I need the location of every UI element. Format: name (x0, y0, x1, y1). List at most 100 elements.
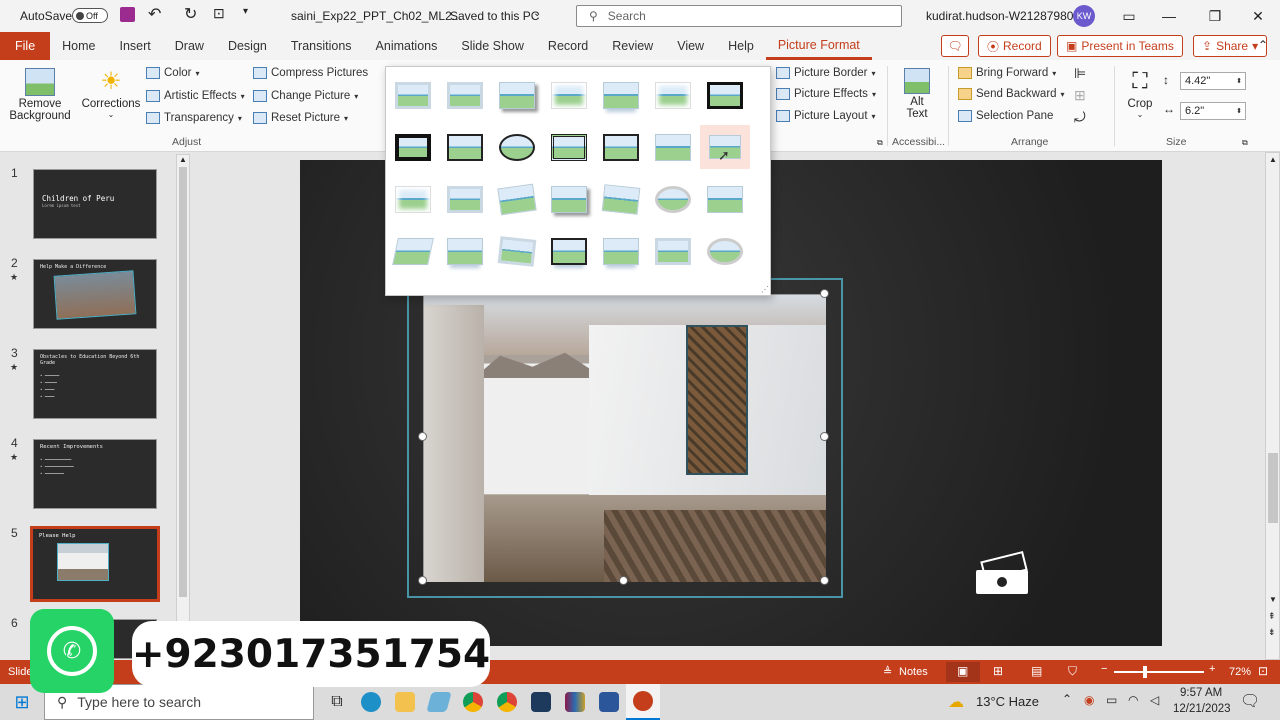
transparency-button[interactable]: Transparency ▾ (146, 112, 242, 124)
wifi-icon[interactable]: ◠ (1128, 693, 1138, 707)
tab-transitions[interactable]: Transitions (279, 32, 364, 60)
weather-icon[interactable]: ☁ (948, 692, 964, 712)
style-reflected-rounded[interactable] (596, 73, 646, 117)
picture-border-button[interactable]: Picture Border ▾ (776, 67, 876, 79)
next-slide-icon[interactable]: ⇟ (1268, 627, 1276, 638)
autosave-toggle[interactable]: Off (72, 8, 108, 23)
resize-handle[interactable] (619, 576, 628, 585)
resize-grip-icon[interactable]: ⋰ (761, 285, 769, 294)
style-soft-edge-rectangle[interactable] (596, 177, 646, 221)
style-metal-oval[interactable] (700, 229, 750, 273)
resize-handle[interactable] (418, 576, 427, 585)
tab-home[interactable]: Home (50, 32, 107, 60)
weather-text[interactable]: 13°C Haze (976, 694, 1039, 709)
fit-to-window-icon[interactable]: ⊡ (1258, 664, 1268, 678)
send-backward-button[interactable]: Send Backward ▾ (958, 88, 1065, 100)
scroll-down-icon[interactable]: ▼ (1269, 595, 1277, 604)
present-in-teams-button[interactable]: ▣ Present in Teams (1057, 35, 1183, 57)
user-name[interactable]: kudirat.hudson-W212879806 (926, 9, 1080, 23)
notes-button[interactable]: Notes (899, 666, 928, 678)
record-tray-icon[interactable]: ◉ (1084, 693, 1094, 707)
slide-thumbnail-4[interactable]: Recent Improvements • ━━━━━━━━━━━ • ━━━━━… (33, 439, 157, 509)
notifications-icon[interactable]: 🗨 (1240, 691, 1260, 711)
style-rotated-white-2[interactable] (492, 229, 542, 273)
zoom-in-icon[interactable]: + (1209, 663, 1215, 675)
money-icon[interactable] (976, 550, 1030, 596)
chrome-icon-2[interactable] (490, 684, 524, 720)
remove-background-button[interactable]: Remove Background (9, 68, 71, 122)
edge-icon[interactable] (354, 684, 388, 720)
height-field[interactable]: 4.42" ⬍ (1180, 72, 1246, 90)
slide-thumbnail-2[interactable]: Help Make a Difference (33, 259, 157, 329)
tab-view[interactable]: View (665, 32, 716, 60)
alt-text-button[interactable]: Alt Text (898, 68, 936, 120)
customize-qat-icon[interactable]: ▾ (243, 6, 248, 17)
reading-view-icon[interactable]: ▤ (1031, 664, 1042, 678)
zoom-out-icon[interactable]: − (1101, 663, 1107, 675)
clock-date[interactable]: 12/21/2023 (1173, 703, 1231, 715)
chrome-icon[interactable] (456, 684, 490, 720)
tab-draw[interactable]: Draw (163, 32, 216, 60)
resize-handle[interactable] (820, 576, 829, 585)
dialog-launcher-icon[interactable]: ⧉ (877, 138, 883, 148)
style-reflected-bevel-white[interactable] (440, 229, 490, 273)
minimize-icon[interactable]: — (1146, 0, 1192, 32)
style-metal-rounded[interactable] (648, 229, 698, 273)
style-bevel-rectangle[interactable] (700, 177, 750, 221)
dialog-launcher-icon[interactable]: ⧉ (1242, 138, 1248, 148)
clock-time[interactable]: 9:57 AM (1180, 687, 1222, 699)
record-button[interactable]: ⦿ Record (978, 35, 1051, 57)
tab-review[interactable]: Review (600, 32, 665, 60)
rotate-icon[interactable]: ⤾ (1074, 109, 1086, 126)
app-icon[interactable] (422, 684, 456, 720)
style-moderate-frame-white[interactable] (388, 177, 438, 221)
style-rotated-white[interactable] (440, 177, 490, 221)
terminal-icon[interactable] (524, 684, 558, 720)
picture-effects-button[interactable]: Picture Effects ▾ (776, 88, 876, 100)
resize-handle[interactable] (820, 289, 829, 298)
style-reflected-rounded-2[interactable] (596, 229, 646, 273)
style-center-shadow[interactable] (596, 125, 646, 169)
battery-icon[interactable]: ▭ (1106, 693, 1117, 707)
style-double-frame-black[interactable] (700, 73, 750, 117)
tab-design[interactable]: Design (216, 32, 279, 60)
powerpoint-icon[interactable] (626, 684, 660, 720)
scroll-up-icon[interactable]: ▲ (1269, 155, 1277, 164)
align-icon[interactable]: ⊫ (1074, 65, 1086, 82)
style-soft-edge-oval[interactable] (648, 177, 698, 221)
winrar-icon[interactable] (558, 684, 592, 720)
width-field[interactable]: 6.2" ⬍ (1180, 102, 1246, 120)
tab-insert[interactable]: Insert (108, 32, 163, 60)
maximize-icon[interactable]: ❐ (1192, 0, 1238, 32)
redo-icon[interactable]: ↻ (184, 4, 197, 24)
color-button[interactable]: Color ▾ (146, 67, 200, 79)
file-explorer-icon[interactable] (388, 684, 422, 720)
previous-slide-icon[interactable]: ⇞ (1268, 611, 1276, 622)
save-icon[interactable] (120, 7, 135, 22)
style-simple-frame-black[interactable] (440, 125, 490, 169)
style-relaxed-perspective[interactable] (544, 177, 594, 221)
scrollbar-thumb[interactable] (179, 167, 187, 597)
tab-animations[interactable]: Animations (364, 32, 450, 60)
slide-thumbnail-5[interactable]: Please Help (30, 526, 160, 602)
slide-sorter-icon[interactable]: ⊞ (993, 664, 1003, 678)
style-beveled-matte[interactable] (440, 73, 490, 117)
spinner-icon[interactable]: ⬍ (1236, 107, 1242, 115)
slide-thumbnail-3[interactable]: Obstacles to Education Beyond 6th Grade … (33, 349, 157, 419)
picture-layout-button[interactable]: Picture Layout ▾ (776, 110, 876, 122)
style-metal-frame[interactable] (492, 73, 542, 117)
tab-picture-format[interactable]: Picture Format (765, 32, 872, 60)
close-icon[interactable]: ✕ (1235, 0, 1280, 32)
word-icon[interactable] (592, 684, 626, 720)
search-input[interactable]: ⚲ Search (576, 5, 902, 27)
task-view-icon[interactable]: ⧉ (320, 684, 354, 720)
avatar[interactable]: KW (1073, 5, 1095, 27)
compress-pictures-button[interactable]: Compress Pictures (253, 67, 368, 79)
style-bevel-perspective[interactable] (388, 229, 438, 273)
slide-thumbnail-1[interactable]: Children of Peru Lorem ipsum text (33, 169, 157, 239)
undo-icon[interactable]: ↶ (148, 4, 161, 24)
style-reflected-bevel-black[interactable] (544, 229, 594, 273)
tab-file[interactable]: File (0, 32, 51, 60)
tab-help[interactable]: Help (716, 32, 766, 60)
style-snip-diagonal-hovered[interactable]: ➚ (700, 125, 750, 169)
